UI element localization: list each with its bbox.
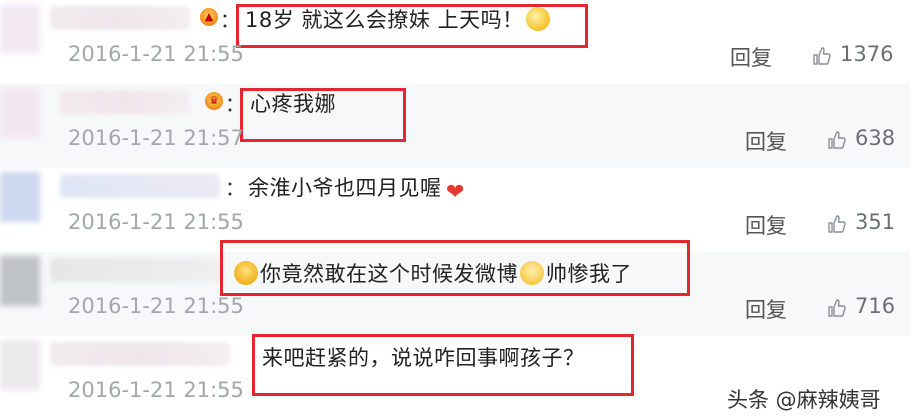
highlight-box <box>252 334 634 396</box>
comment-text: 余淮小爷也四月见喔 ❤ <box>248 172 470 205</box>
avatar[interactable] <box>0 88 40 138</box>
reply-button[interactable]: 回复 <box>745 294 787 324</box>
comment-item: 你竟然敢在这个时候发微博 帅惨我了 2016-1-21 21:55 回复 716 <box>0 240 910 336</box>
thumb-up-icon[interactable] <box>827 298 847 318</box>
highlight-box <box>236 4 588 48</box>
thumb-up-icon[interactable] <box>827 130 847 150</box>
highlight-box <box>220 240 690 296</box>
reply-button[interactable]: 回复 <box>745 126 787 156</box>
avatar[interactable] <box>0 4 40 54</box>
username[interactable] <box>50 6 190 30</box>
thumb-up-icon[interactable] <box>812 46 832 66</box>
like-count: 716 <box>855 294 896 318</box>
username[interactable] <box>50 342 230 366</box>
timestamp: 2016-1-21 21:57 <box>68 126 244 150</box>
vip-badge-icon: ▲ <box>200 8 218 26</box>
watermark: 头条 @麻辣姨哥 <box>727 388 881 412</box>
heart-icon: ❤ <box>446 180 465 205</box>
timestamp: 2016-1-21 21:55 <box>68 42 244 66</box>
username[interactable] <box>60 90 190 114</box>
avatar[interactable] <box>0 340 40 390</box>
reply-button[interactable]: 回复 <box>745 210 787 240</box>
colon: ： <box>225 176 245 200</box>
timestamp: 2016-1-21 21:55 <box>68 210 244 234</box>
like-count: 638 <box>855 126 896 150</box>
reply-button[interactable]: 回复 <box>730 42 772 72</box>
avatar[interactable] <box>0 256 40 306</box>
comment-item: ♛ ： 心疼我娜 2016-1-21 21:57 回复 638 <box>0 84 910 168</box>
highlight-box <box>240 88 406 142</box>
thumb-up-icon[interactable] <box>827 214 847 234</box>
comment-item: ▲ ： 18岁 就这么会撩妹 上天吗！ 2016-1-21 21:55 回复 1… <box>0 0 910 84</box>
vip-badge-icon: ♛ <box>205 92 223 110</box>
timestamp: 2016-1-21 21:55 <box>68 294 244 318</box>
timestamp: 2016-1-21 21:55 <box>68 378 244 402</box>
username[interactable] <box>60 174 220 198</box>
avatar[interactable] <box>0 172 40 222</box>
username[interactable] <box>50 258 220 282</box>
like-count: 1376 <box>840 42 894 66</box>
like-count: 351 <box>855 210 896 234</box>
